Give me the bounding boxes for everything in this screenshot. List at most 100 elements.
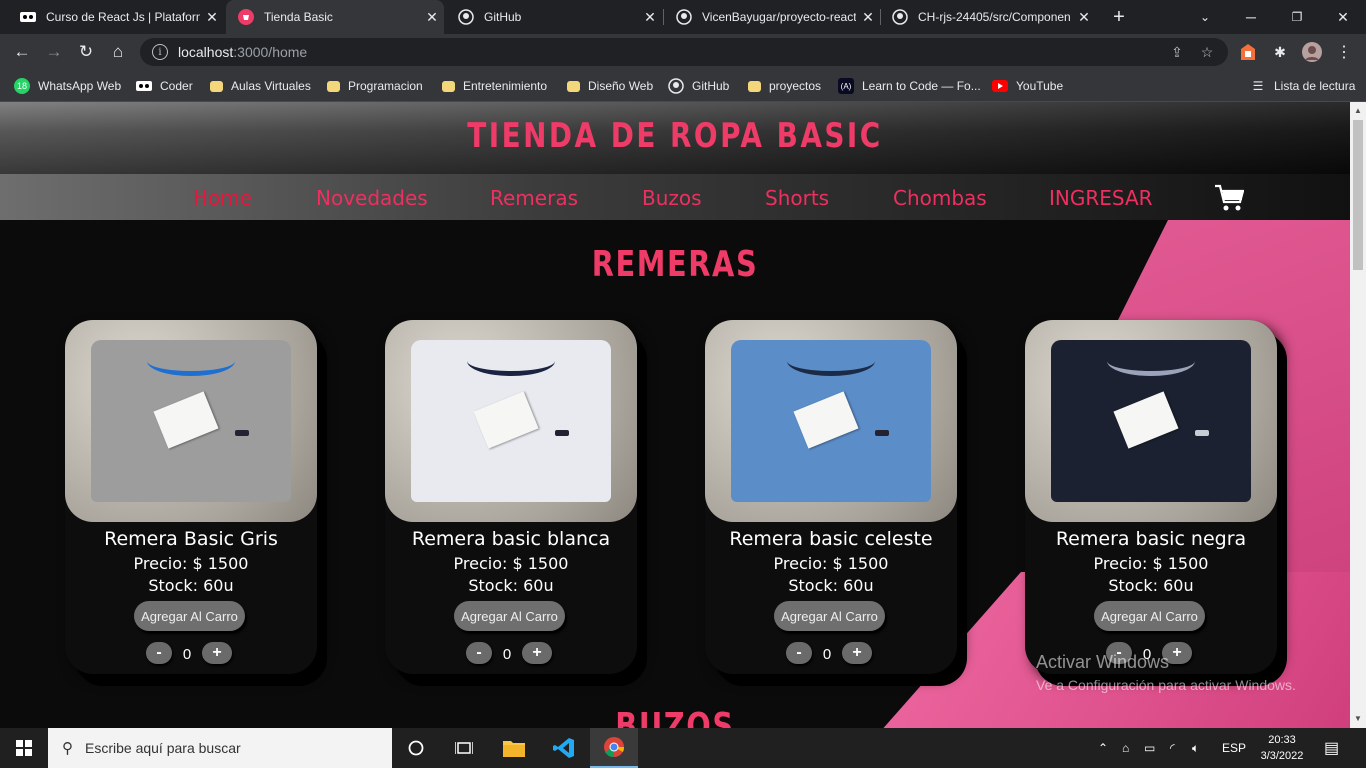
nav-ingresar[interactable]: INGRESAR — [1049, 186, 1153, 210]
bookmark-freecodecamp[interactable]: (A) Learn to Code — Fo... — [838, 76, 981, 96]
bookmark-label: Coder — [160, 79, 193, 93]
close-icon[interactable]: ✕ — [638, 9, 662, 26]
bookmark-whatsapp[interactable]: 18 WhatsApp Web — [14, 76, 121, 96]
add-to-cart-button[interactable]: Agregar Al Carro — [1094, 601, 1205, 631]
clock[interactable]: 20:33 3/3/2022 — [1246, 732, 1318, 764]
tab-ch-rjs-repo[interactable]: CH-rjs-24405/src/Componen ✕ — [880, 0, 1096, 34]
clock-time: 20:33 — [1268, 734, 1296, 746]
battery-icon[interactable]: ▭ — [1144, 728, 1155, 768]
task-view-icon[interactable] — [440, 728, 488, 768]
bookmark-github[interactable]: GitHub — [668, 76, 729, 96]
product-name: Remera basic negra — [1055, 528, 1247, 550]
language-indicator[interactable]: ESP — [1222, 728, 1246, 768]
close-icon[interactable]: ✕ — [856, 9, 880, 26]
nav-shorts[interactable]: Shorts — [765, 186, 829, 210]
bookmark-label: proyectos — [769, 79, 822, 93]
nav-home[interactable]: Home — [193, 186, 252, 210]
add-to-cart-button[interactable]: Agregar Al Carro — [454, 601, 565, 631]
back-icon[interactable]: ← — [8, 38, 36, 66]
minimize-button[interactable]: ─ — [1228, 0, 1274, 34]
reading-list[interactable]: ☰ Lista de lectura — [1250, 76, 1356, 96]
close-icon[interactable]: ✕ — [420, 9, 444, 26]
tray-chevron-icon[interactable]: ⌃ — [1098, 728, 1108, 768]
bookmark-star-icon[interactable]: ☆ — [1198, 43, 1216, 61]
nav-buzos[interactable]: Buzos — [642, 186, 702, 210]
increment-button[interactable]: + — [842, 642, 872, 664]
github-icon — [668, 78, 684, 94]
cortana-icon[interactable] — [392, 728, 440, 768]
close-icon[interactable]: ✕ — [200, 9, 224, 26]
bookmark-label: Entretenimiento — [463, 79, 548, 93]
nav-novedades[interactable]: Novedades — [316, 186, 428, 210]
new-tab-button[interactable]: + — [1100, 0, 1138, 34]
meet-now-icon[interactable]: ⌂ — [1122, 728, 1129, 768]
volume-icon[interactable]: 🔈︎ — [1192, 728, 1199, 768]
menu-icon[interactable]: ⋮ — [1334, 42, 1354, 62]
info-icon[interactable]: i — [152, 44, 168, 60]
close-window-button[interactable]: ✕ — [1320, 0, 1366, 34]
coderhouse-icon — [136, 78, 152, 94]
url-host: localhost — [178, 44, 234, 60]
avatar[interactable] — [1302, 42, 1322, 62]
nav-remeras[interactable]: Remeras — [490, 186, 578, 210]
close-icon[interactable]: ✕ — [1072, 9, 1096, 26]
windows-start-icon[interactable] — [0, 728, 48, 768]
file-explorer-icon[interactable] — [490, 728, 538, 768]
address-bar[interactable]: i localhost:3000/home ⇪ ☆ — [140, 38, 1228, 66]
page-content: TIENDA DE ROPA BASIC Home Novedades Reme… — [0, 102, 1350, 728]
logo-shape — [555, 430, 569, 436]
youtube-icon — [992, 78, 1008, 94]
cart-icon[interactable] — [1214, 184, 1245, 212]
bookmark-entretenimiento[interactable]: Entretenimiento — [442, 76, 547, 96]
windows-taskbar: ⚲ Escribe aquí para buscar ⌃ ⌂ ▭ ◜ 🔈︎ ES… — [0, 728, 1366, 768]
extension-icon[interactable] — [1238, 42, 1258, 62]
puzzle-icon[interactable]: ✱ — [1270, 42, 1290, 62]
increment-button[interactable]: + — [522, 642, 552, 664]
share-icon[interactable]: ⇪ — [1168, 43, 1186, 61]
bookmark-coder[interactable]: Coder — [136, 76, 193, 96]
home-icon[interactable]: ⌂ — [104, 38, 132, 66]
product-stock: Stock: 60u — [1108, 576, 1194, 595]
tab-vicenbayugar-repo[interactable]: VicenBayugar/proyecto-react ✕ — [664, 0, 880, 34]
reload-icon[interactable]: ↻ — [72, 38, 100, 66]
bookmark-label: WhatsApp Web — [38, 79, 122, 93]
tab-title: Tienda Basic — [264, 10, 333, 24]
bookmark-youtube[interactable]: YouTube — [992, 76, 1063, 96]
tab-github[interactable]: GitHub ✕ — [446, 0, 662, 34]
product-price: Precio: $ 1500 — [453, 554, 569, 573]
page-scrollbar[interactable]: ▲ ▼ — [1350, 102, 1366, 728]
vscode-icon[interactable] — [540, 728, 588, 768]
product-price: Precio: $ 1500 — [773, 554, 889, 573]
bookmark-label: YouTube — [1016, 79, 1064, 93]
tab-tienda-basic[interactable]: Tienda Basic ✕ — [226, 0, 444, 34]
bookmark-programacion[interactable]: Programacion — [327, 76, 423, 96]
taskbar-search-input[interactable]: ⚲ Escribe aquí para buscar — [48, 728, 392, 768]
bookmark-diseno-web[interactable]: Diseño Web — [567, 76, 653, 96]
reading-list-label: Lista de lectura — [1274, 79, 1356, 93]
watermark-subtitle: Ve a Configuración para activar Windows. — [1036, 677, 1296, 693]
restore-button[interactable]: ❐ — [1274, 0, 1320, 34]
tab-search-icon[interactable]: ⌄ — [1182, 0, 1228, 34]
scroll-up-icon[interactable]: ▲ — [1354, 106, 1362, 115]
product-price: Precio: $ 1500 — [1093, 554, 1209, 573]
add-to-cart-button[interactable]: Agregar Al Carro — [134, 601, 245, 631]
decrement-button[interactable]: - — [466, 642, 492, 664]
decrement-button[interactable]: - — [146, 642, 172, 664]
notifications-icon[interactable]: ▤ — [1324, 728, 1339, 768]
chrome-icon[interactable] — [590, 728, 638, 768]
product-price: Precio: $ 1500 — [133, 554, 249, 573]
tab-strip: Curso de React Js | Plataform ✕ Tienda B… — [0, 0, 1366, 34]
wifi-icon[interactable]: ◜ — [1170, 728, 1175, 768]
add-to-cart-button[interactable]: Agregar Al Carro — [774, 601, 885, 631]
increment-button[interactable]: + — [202, 642, 232, 664]
tab-curso-react[interactable]: Curso de React Js | Plataform ✕ — [8, 0, 224, 34]
nav-chombas[interactable]: Chombas — [893, 186, 987, 210]
folder-icon — [567, 80, 580, 92]
forward-icon[interactable]: → — [40, 38, 68, 66]
scroll-down-icon[interactable]: ▼ — [1354, 714, 1362, 723]
bookmark-proyectos[interactable]: proyectos — [748, 76, 821, 96]
decrement-button[interactable]: - — [786, 642, 812, 664]
tab-title: GitHub — [484, 10, 522, 24]
scroll-thumb[interactable] — [1353, 120, 1363, 270]
bookmark-aulas-virtuales[interactable]: Aulas Virtuales — [210, 76, 311, 96]
